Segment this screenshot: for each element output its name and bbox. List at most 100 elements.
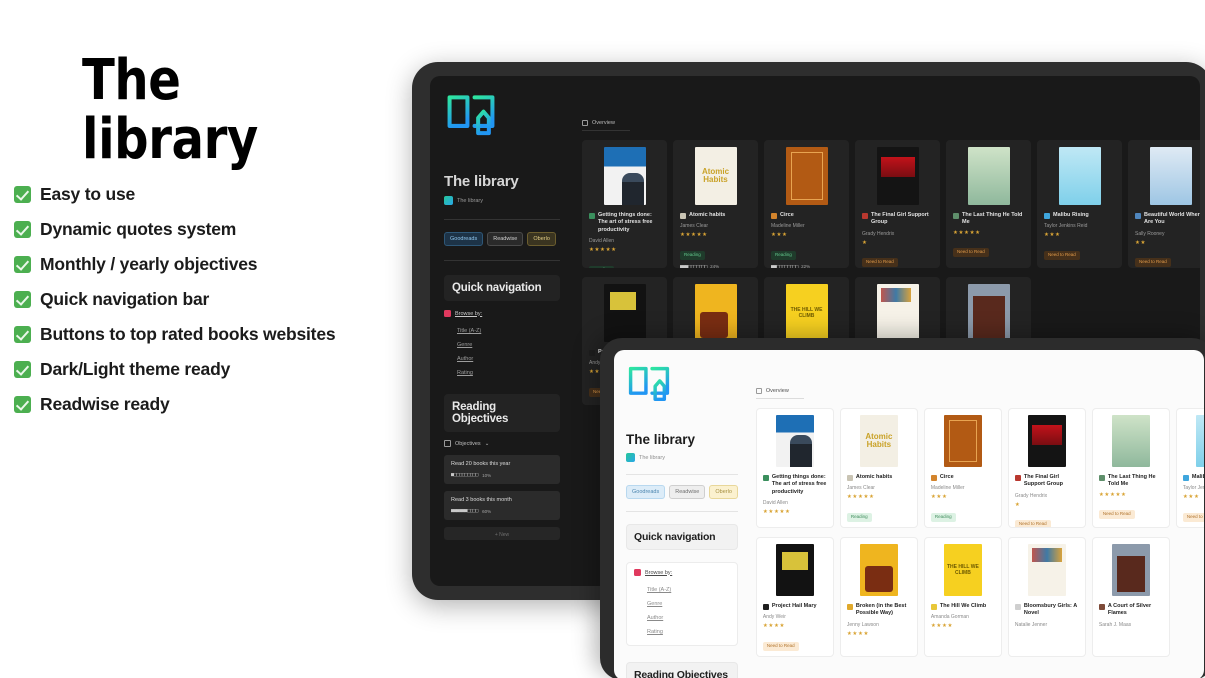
book-card[interactable]: Malibu Rising Taylor Jenkins Reid ★★★ Need … [1037,140,1122,268]
book-card[interactable]: Atomic Habits Atomic habits James Clear ★★★… [839,408,918,528]
book-icon [1014,604,1021,610]
check-icon [14,220,31,238]
book-cover: Atomic Habits [859,415,898,467]
quick-nav-item[interactable]: Author [634,611,730,625]
feature-item: Quick navigation bar [14,287,414,311]
quick-nav-item[interactable]: Rating [444,366,560,380]
book-title-row: The Last Thing He Told Me [1098,474,1163,489]
book-cover: THE HILL WE CLIMB [785,284,828,342]
feature-label: Dark/Light theme ready [40,358,231,379]
status-badge: Need to Read [1044,250,1080,260]
quick-nav-item[interactable]: Genre [634,597,730,611]
divider [626,474,738,475]
browse-by-row[interactable]: Browse by: [444,310,560,318]
book-rating: ★★★★ [762,623,786,630]
goodreads-link[interactable]: Goodreads [626,485,666,500]
book-card[interactable]: Project Hail Mary Andy Weir ★★★★ Need to Re… [755,537,834,657]
book-cover [859,544,898,596]
readwise-link[interactable]: Readwise [669,485,706,500]
overview-icon [582,120,588,126]
book-title-row: Broken (in the Best Possible Way) [846,603,911,618]
tab-overview[interactable]: Overview [755,388,804,399]
objective-progress: ■■■■■■□□□□ 60% [451,508,553,514]
oberlo-link[interactable]: Oberlo [709,485,738,500]
book-progress: ■■□□□□□□□□22% [771,264,842,268]
book-icon [1135,213,1141,219]
book-card[interactable]: Malibu Rising Taylor Jenkins Reid ★★★ Need … [1175,408,1204,528]
book-card[interactable]: Broken (in the Best Possible Way) Jenny L… [839,537,918,657]
book-icon [862,213,868,219]
book-icon [930,475,937,481]
tab-overview[interactable]: Overview [582,120,630,131]
book-icon [1044,213,1050,219]
browse-by-label: Browse by: [645,569,673,576]
book-card[interactable]: Getting things done: The art of stress f… [755,408,834,528]
status-badge: Reading [589,265,614,268]
book-card[interactable]: The Final Girl Support Group Grady Hendri… [1007,408,1086,528]
book-author: David Allen [589,238,615,245]
app-title: The library [444,173,519,190]
book-cover-caption: Atomic Habits [701,166,730,184]
book-title: A Court of Silver Flames [1107,603,1152,617]
book-card[interactable]: The Final Girl Support Group Grady Hendri… [855,140,940,268]
book-card[interactable]: Circe Madeline Miller ★★★ Reading ■■□□□□□□□□… [923,408,1002,528]
book-card[interactable]: Beautiful World Where Are You Sally Roone… [1128,140,1200,268]
objective-card: Read 3 books this month ■■■■■■□□□□ 60% [444,491,560,521]
tab-overview-label: Overview [765,388,789,394]
book-cover [1111,415,1150,467]
book-icon [1098,475,1105,481]
status-badge: Need to Read [862,258,898,268]
book-title: Malibu Rising [1053,212,1089,218]
book-card[interactable]: Getting things done: The art of stress f… [582,140,667,268]
feature-label: Easy to use [40,183,136,204]
book-title: Circe [939,474,954,480]
feature-label: Monthly / yearly objectives [40,253,258,274]
book-title-row: Circe [771,212,842,219]
quick-nav-item[interactable]: Title (A-Z) [444,324,560,338]
book-title: The Hill We Climb [939,603,987,609]
objectives-selector[interactable]: Objectives ⌄ [444,440,560,448]
book-icon [930,604,937,610]
book-author: Jenny Lawson [846,621,879,628]
sidebar-dark: The library The library Goodreads Readwi… [430,76,570,586]
book-card[interactable]: The Last Thing He Told Me ★★★★★ Need to Re… [946,140,1031,268]
browse-by-row[interactable]: Browse by: [634,569,730,577]
book-cover-caption: Atomic Habits [865,431,893,449]
overview-icon [755,388,762,394]
book-card[interactable]: Bloomsbury Girls: A Novel Natalie Jenner [1007,537,1086,657]
goodreads-link[interactable]: Goodreads [444,232,484,247]
book-card[interactable]: The Last Thing He Told Me ★★★★★ Need to Re… [1091,408,1170,528]
feature-label: Quick navigation bar [40,288,210,309]
book-title: Project Hail Mary [771,603,817,609]
book-card[interactable]: A Court of Silver Flames Sarah J. Maas [1091,537,1170,657]
book-card[interactable]: Circe Madeline Miller ★★★ Reading ■■□□□□□□□□… [764,140,849,268]
quick-nav-item[interactable]: Rating [634,625,730,639]
book-rating: ★★★ [1044,232,1061,239]
readwise-link[interactable]: Readwise [487,232,524,247]
oberlo-link[interactable]: Oberlo [527,232,556,247]
book-cover [876,147,919,205]
external-links: Goodreads Readwise Oberlo [626,485,738,500]
quick-nav-item[interactable]: Title (A-Z) [634,583,730,597]
book-rating: ★★★★★ [589,247,617,254]
quick-nav-item[interactable]: Genre [444,338,560,352]
book-card[interactable]: THE HILL WE CLIMB The Hill We Climb Amanda… [923,537,1002,657]
book-pencil-logo-icon [628,366,670,402]
feature-item: Monthly / yearly objectives [14,252,414,276]
status-badge: Reading [930,512,956,522]
quick-nav-item[interactable]: Author [444,352,560,366]
book-cover: THE HILL WE CLIMB [943,544,982,596]
book-author: Amanda Gorman [930,614,969,621]
book-title: Getting things done: The art of stress f… [598,212,653,233]
add-objective-button[interactable]: + New [444,527,560,540]
book-card[interactable]: Atomic Habits Atomic habits James Clear ★★★… [673,140,758,268]
book-title-row: A Court of Silver Flames [1098,603,1163,618]
status-badge: Need to Read [762,641,799,651]
table-icon [444,440,451,448]
main-content-light: Overview Getting things done: The art of… [746,350,1204,678]
check-icon [14,395,31,413]
book-title-row: The Hill We Climb [930,603,995,610]
book-cover [1027,415,1066,467]
progress-bar: ■■□□□□□□□□ [931,526,958,527]
chevron-down-icon[interactable]: ⌄ [485,441,490,447]
